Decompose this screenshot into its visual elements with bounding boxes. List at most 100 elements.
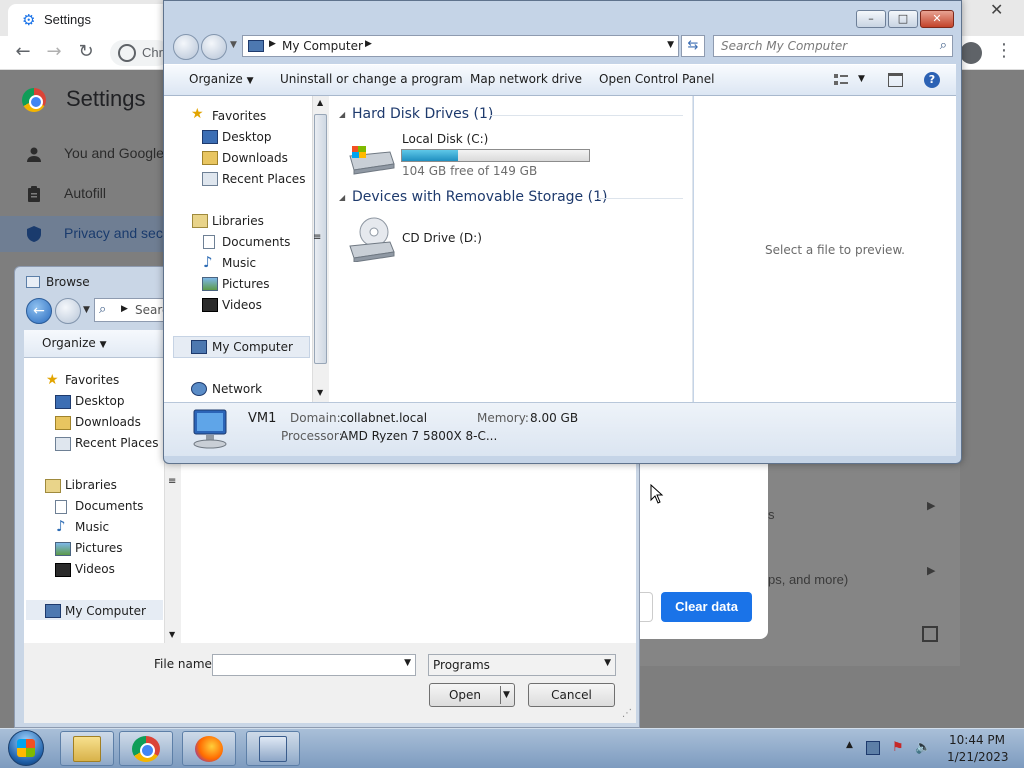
scroll-up-icon[interactable]: ▲ xyxy=(317,98,323,107)
nav-videos[interactable]: Videos xyxy=(75,562,115,576)
nav-videos[interactable]: Videos xyxy=(222,298,262,312)
resize-grip-icon[interactable]: ⋰ xyxy=(622,708,632,719)
chrome-tab-settings[interactable]: ⚙ Settings xyxy=(8,4,178,36)
folder-icon xyxy=(73,736,101,762)
action-center-icon[interactable]: ⚑ xyxy=(892,741,906,755)
sidebar-item-autofill[interactable]: Autofill xyxy=(0,176,170,212)
map-network-drive-button[interactable]: Map network drive xyxy=(470,72,582,86)
nav-favorites[interactable]: Favorites xyxy=(212,109,266,123)
chevron-down-icon: ▼ xyxy=(99,340,107,350)
dialog-title: Browse xyxy=(46,275,90,289)
back-button[interactable] xyxy=(173,34,199,60)
close-icon[interactable]: ✕ xyxy=(990,0,1003,19)
back-arrow-icon[interactable]: ← xyxy=(12,41,34,63)
group-header[interactable]: Devices with Removable Storage (1) xyxy=(352,189,607,205)
omnibox[interactable]: Chr xyxy=(110,40,170,66)
show-hidden-icons[interactable]: ▲ xyxy=(846,740,853,750)
group-header[interactable]: Hard Disk Drives (1) xyxy=(352,106,493,122)
nav-documents[interactable]: Documents xyxy=(75,499,143,513)
minimize-button[interactable]: – xyxy=(856,10,886,28)
nav-downloads[interactable]: Downloads xyxy=(222,151,288,165)
scroll-grip-icon: ≡ xyxy=(313,232,322,243)
nav-my-computer[interactable]: My Computer xyxy=(212,340,293,354)
nav-music[interactable]: Music xyxy=(75,520,109,534)
chevron-down-icon[interactable]: ▼ xyxy=(83,305,90,315)
forward-button[interactable] xyxy=(201,34,227,60)
maximize-button[interactable]: □ xyxy=(888,10,918,28)
nav-music[interactable]: Music xyxy=(222,256,256,270)
forward-button[interactable] xyxy=(55,298,81,324)
forward-arrow-icon[interactable]: → xyxy=(43,41,65,63)
chevron-down-icon[interactable]: ▼ xyxy=(667,40,674,50)
preview-pane-icon[interactable] xyxy=(888,73,903,87)
chevron-right-icon[interactable]: ▶ xyxy=(269,39,276,49)
profile-avatar-icon[interactable] xyxy=(960,42,982,64)
run-dialog-icon xyxy=(259,736,287,762)
file-name-input[interactable]: ▼ xyxy=(212,654,416,676)
mouse-cursor-icon xyxy=(650,484,664,504)
back-button[interactable]: ← xyxy=(26,298,52,324)
clear-data-button[interactable]: Clear data xyxy=(661,592,752,622)
address-bar[interactable]: ▶ My Computer ▶ ▼ xyxy=(242,35,679,57)
nav-libraries[interactable]: Libraries xyxy=(65,478,117,492)
nav-desktop[interactable]: Desktop xyxy=(222,130,272,144)
chevron-down-icon[interactable]: ▼ xyxy=(404,658,411,668)
clock-date[interactable]: 1/21/2023 xyxy=(947,750,1009,764)
breadcrumb[interactable]: My Computer xyxy=(282,39,363,53)
organize-button[interactable]: Organize ▼ xyxy=(42,336,107,350)
taskbar-firefox[interactable] xyxy=(182,731,236,766)
uninstall-program-button[interactable]: Uninstall or change a program xyxy=(280,72,463,86)
refresh-icon[interactable]: ⇆ xyxy=(681,35,705,57)
scroll-down-icon[interactable]: ▼ xyxy=(169,630,175,639)
sidebar-item-privacy[interactable]: Privacy and sec xyxy=(0,216,170,252)
scroll-down-icon[interactable]: ▼ xyxy=(317,388,323,397)
nav-documents[interactable]: Documents xyxy=(222,235,290,249)
nav-libraries[interactable]: Libraries xyxy=(212,214,264,228)
sidebar-item-you-and-google[interactable]: You and Google xyxy=(0,136,170,172)
chevron-right-icon[interactable]: ▶ xyxy=(365,39,372,49)
file-type-select[interactable]: Programs ▼ xyxy=(428,654,616,676)
nav-downloads[interactable]: Downloads xyxy=(75,415,141,429)
taskbar-chrome[interactable] xyxy=(119,731,173,766)
cancel-button[interactable]: Cancel xyxy=(528,683,615,707)
group-divider xyxy=(490,115,683,116)
chevron-right-icon[interactable]: ▶ xyxy=(927,499,935,512)
start-button[interactable] xyxy=(4,729,48,767)
organize-button[interactable]: Organize ▼ xyxy=(189,72,254,86)
open-button[interactable]: Open ▼ xyxy=(429,683,515,707)
chevron-down-icon[interactable]: ▼ xyxy=(858,74,865,84)
reload-icon[interactable]: ↻ xyxy=(75,41,97,63)
nav-desktop[interactable]: Desktop xyxy=(75,394,125,408)
nav-my-computer[interactable]: My Computer xyxy=(65,604,146,618)
drive-name[interactable]: Local Disk (C:) xyxy=(402,132,488,146)
collapse-triangle-icon[interactable]: ◢ xyxy=(339,110,345,119)
change-view-icon[interactable] xyxy=(834,74,848,86)
nav-recent-places[interactable]: Recent Places xyxy=(222,172,305,186)
chevron-right-icon[interactable]: ▶ xyxy=(927,564,935,577)
nav-pictures[interactable]: Pictures xyxy=(222,277,270,291)
chevron-down-icon[interactable]: ▼ xyxy=(230,40,237,50)
clock-time[interactable]: 10:44 PM xyxy=(949,733,1005,747)
nav-pictures[interactable]: Pictures xyxy=(75,541,123,555)
nav-favorites[interactable]: Favorites xyxy=(65,373,119,387)
open-control-panel-button[interactable]: Open Control Panel xyxy=(599,72,714,86)
help-icon[interactable]: ? xyxy=(924,72,940,88)
taskbar-explorer[interactable] xyxy=(60,731,114,766)
open-external-icon[interactable] xyxy=(922,626,938,642)
search-box[interactable]: ⌕ ▶ Searc xyxy=(94,298,174,322)
cd-drive-icon[interactable] xyxy=(346,216,396,263)
menu-kebab-icon[interactable]: ⋮ xyxy=(995,40,1013,61)
chevron-down-icon[interactable]: ▼ xyxy=(503,684,510,706)
hard-drive-icon[interactable] xyxy=(346,142,396,176)
taskbar-run-dialog[interactable] xyxy=(246,731,300,766)
sidebar-item-label: You and Google xyxy=(64,145,164,161)
nav-recent-places[interactable]: Recent Places xyxy=(75,436,158,450)
search-input[interactable]: Search My Computer ⌕ xyxy=(713,35,953,57)
drive-name[interactable]: CD Drive (D:) xyxy=(402,231,482,245)
network-tray-icon[interactable] xyxy=(866,741,880,755)
close-button[interactable]: ✕ xyxy=(920,10,954,28)
search-icon: ⌕ xyxy=(939,38,947,53)
collapse-triangle-icon[interactable]: ◢ xyxy=(339,193,345,202)
volume-icon[interactable]: 🔈 xyxy=(915,741,931,755)
nav-network[interactable]: Network xyxy=(212,382,262,396)
